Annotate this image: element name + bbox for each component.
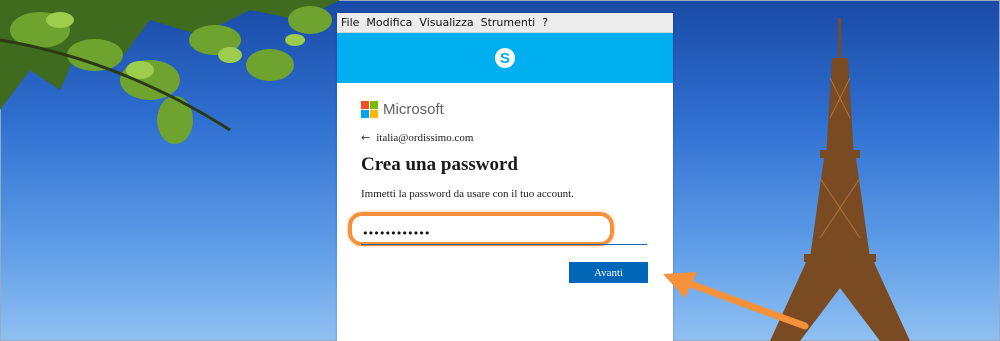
password-input[interactable] xyxy=(361,224,647,245)
next-button[interactable]: Avanti xyxy=(569,262,648,283)
menu-modifica[interactable]: Modifica xyxy=(366,16,412,29)
menu-bar: File Modifica Visualizza Strumenti ? xyxy=(337,13,673,33)
microsoft-wordmark: Microsoft xyxy=(383,100,444,118)
password-instructions: Immetti la password da usare con il tuo … xyxy=(361,188,574,200)
microsoft-brand: Microsoft xyxy=(361,99,649,119)
microsoft-logo-icon xyxy=(361,100,378,118)
skype-login-window: File Modifica Visualizza Strumenti ? S M… xyxy=(337,13,673,341)
account-email: italia@ordissimo.com xyxy=(376,131,474,144)
menu-strumenti[interactable]: Strumenti xyxy=(481,16,536,29)
page-title: Crea una password xyxy=(361,154,518,175)
back-arrow-icon[interactable]: ← xyxy=(361,131,370,144)
account-email-row: ← italia@ordissimo.com xyxy=(361,131,649,144)
menu-visualizza[interactable]: Visualizza xyxy=(419,16,473,29)
menu-file[interactable]: File xyxy=(341,16,359,29)
skype-header: S xyxy=(337,33,673,83)
skype-logo-icon: S xyxy=(495,48,515,68)
tree-foliage-image xyxy=(0,0,340,144)
menu-help[interactable]: ? xyxy=(542,16,548,29)
sign-in-panel: Microsoft ← italia@ordissimo.com Crea un… xyxy=(337,83,673,200)
pointer-arrow-annotation xyxy=(663,272,809,330)
